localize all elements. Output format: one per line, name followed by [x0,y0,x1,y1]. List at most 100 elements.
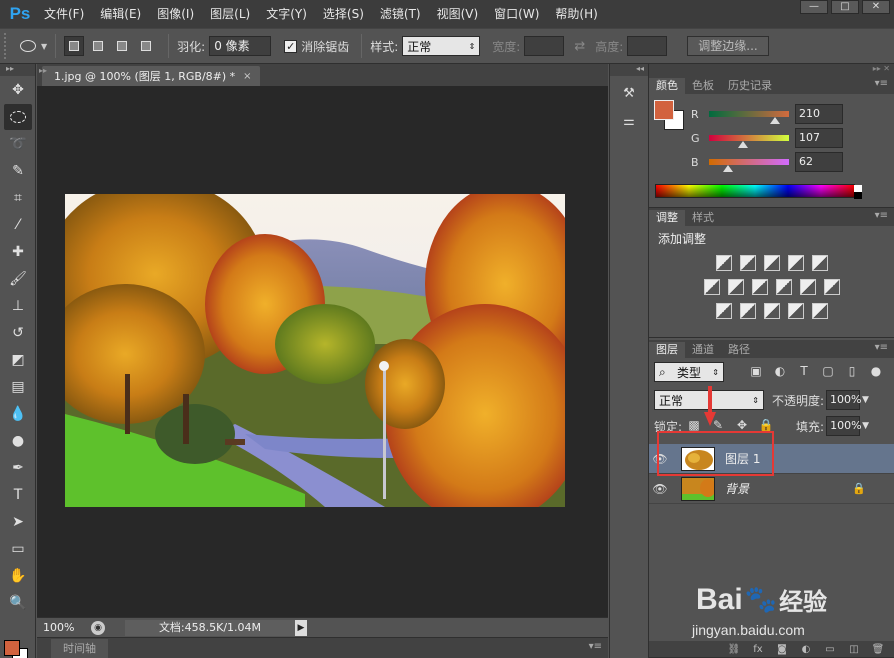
dodge-tool-icon[interactable]: ● [4,428,32,454]
color-lookup-icon[interactable] [823,279,840,295]
new-layer-icon[interactable]: ◫ [846,644,862,655]
curves-icon[interactable] [763,255,780,271]
eye-icon[interactable]: 👁 [649,452,671,466]
zoom-level[interactable]: 100% [37,621,77,634]
rectangle-tool-icon[interactable]: ▭ [4,536,32,562]
pixel-layer-filter-icon[interactable]: ▣ [748,364,764,380]
black-white-swatch[interactable] [854,185,862,199]
zoom-tool-icon[interactable]: 🔍 [4,590,32,616]
menu-file[interactable]: 文件(F) [36,0,92,28]
options-grip[interactable] [4,33,10,59]
height-input[interactable] [627,36,668,56]
new-group-icon[interactable]: ▭ [822,644,838,655]
exposure-icon[interactable] [787,255,804,271]
tab-history[interactable]: 历史记录 [721,78,779,94]
menu-edit[interactable]: 编辑(E) [92,0,149,28]
close-button[interactable]: ✕ [862,0,890,14]
filter-toggle-icon[interactable]: ● [868,364,884,380]
subtract-selection-button[interactable] [112,36,132,56]
type-tool-icon[interactable]: T [4,482,32,508]
dock-collapse[interactable]: ◂◂ [610,64,648,76]
color-spectrum-bar[interactable] [655,184,862,199]
timeline-tab[interactable]: 时间轴 [51,639,108,658]
pen-tool-icon[interactable]: ✒ [4,455,32,481]
menu-view[interactable]: 视图(V) [429,0,487,28]
chevron-down-icon[interactable]: ▼ [862,395,869,405]
invert-icon[interactable] [715,303,732,319]
lock-transparent-pixels-icon[interactable]: ▩ [686,418,702,434]
gradient-tool-icon[interactable]: ▤ [4,374,32,400]
antialias-checkbox[interactable]: ✓ [284,39,298,53]
blur-tool-icon[interactable]: 💧 [4,401,32,427]
eraser-tool-icon[interactable]: ◩ [4,347,32,373]
tab-adjustments[interactable]: 调整 [649,210,685,226]
lock-all-icon[interactable]: 🔒 [758,418,774,434]
type-layer-filter-icon[interactable]: T [796,364,812,380]
maximize-button[interactable]: □ [831,0,859,14]
layer-style-icon[interactable]: fx [750,644,766,655]
intersect-selection-button[interactable] [136,36,156,56]
move-tool-icon[interactable]: ✥ [4,77,32,103]
blue-value-input[interactable]: 62 [795,152,843,172]
shape-layer-filter-icon[interactable]: ▢ [820,364,836,380]
menu-image[interactable]: 图像(I) [149,0,202,28]
tool-presets-icon[interactable]: ⚒ [614,82,644,104]
green-value-input[interactable]: 107 [795,128,843,148]
tab-paths[interactable]: 路径 [721,342,757,358]
color-balance-icon[interactable] [727,279,744,295]
crop-tool-icon[interactable]: ⌗ [4,185,32,211]
eye-icon[interactable]: 👁 [649,482,671,496]
opacity-input[interactable]: 100% [826,390,862,410]
layer-mask-icon[interactable]: ◙ [774,644,790,655]
green-slider-thumb[interactable] [737,141,748,148]
menu-type[interactable]: 文字(Y) [258,0,315,28]
lock-position-icon[interactable]: ✥ [734,418,750,434]
tool-preset-picker[interactable]: ▼ [20,40,47,52]
style-select[interactable]: 正常 ⇕ [402,36,481,56]
selective-color-icon[interactable] [787,303,804,319]
width-input[interactable] [524,36,565,56]
adjustment-layer-icon[interactable]: ◐ [798,644,814,655]
document-size-info[interactable]: 文档:458.5K/1.04M [125,619,295,636]
layer-name[interactable]: 图层 1 [725,450,760,467]
status-menu-arrow-icon[interactable]: ▶ [295,619,307,636]
close-tab-icon[interactable]: × [243,71,251,82]
layer-name[interactable]: 背景 [725,480,749,497]
brush-tool-icon[interactable]: 🖌 [4,266,32,292]
levels-icon[interactable] [739,255,756,271]
green-slider[interactable] [709,135,789,148]
hand-tool-icon[interactable]: ✋ [4,563,32,589]
adjustment-layer-filter-icon[interactable]: ◐ [772,364,788,380]
refine-edge-button[interactable]: 调整边缘... [687,36,769,56]
eyedropper-tool-icon[interactable]: ⁄ [4,212,32,238]
red-slider[interactable] [709,111,789,124]
panel-menu-icon[interactable]: ▾≡ [875,342,888,353]
photo-filter-icon[interactable] [775,279,792,295]
lock-image-pixels-icon[interactable]: ✎ [710,418,726,434]
panel-menu-icon[interactable]: ▾≡ [875,78,888,89]
panel-menu-icon[interactable]: ▾≡ [589,641,602,652]
clone-stamp-tool-icon[interactable]: ⊥ [4,293,32,319]
lasso-tool-icon[interactable]: ➰ [4,131,32,157]
tab-layers[interactable]: 图层 [649,342,685,358]
feather-input[interactable]: 0 像素 [209,36,272,56]
new-selection-button[interactable] [64,36,85,56]
foreground-color-swatch[interactable] [654,100,674,120]
tools-panel-collapse[interactable]: ▸▸ [0,64,35,76]
tab-styles[interactable]: 样式 [685,210,721,226]
tab-swatches[interactable]: 色板 [685,78,721,94]
delete-layer-icon[interactable]: 🗑 [870,644,886,655]
swap-dimensions-icon[interactable]: ⇄ [574,39,585,54]
layer-row-background[interactable]: 👁 背景 🔒 [649,474,894,504]
panel-menu-icon[interactable]: ▾≡ [875,210,888,221]
posterize-icon[interactable] [739,303,756,319]
healing-brush-tool-icon[interactable]: ✚ [4,239,32,265]
color-swatches[interactable] [4,632,34,658]
document-canvas[interactable] [37,86,608,617]
red-slider-thumb[interactable] [769,117,780,124]
layer-filter-select[interactable]: ⌕ 类型 ⇕ [654,362,724,382]
channel-mixer-icon[interactable] [799,279,816,295]
blue-slider[interactable] [709,159,789,172]
elliptical-marquee-tool-icon[interactable] [4,104,32,130]
menu-window[interactable]: 窗口(W) [486,0,547,28]
